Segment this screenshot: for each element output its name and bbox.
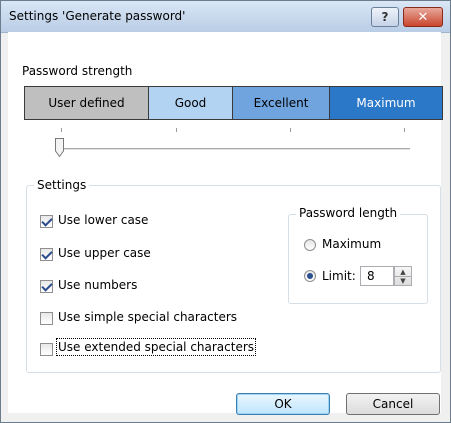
strength-slider-track[interactable]: [60, 148, 410, 150]
limit-spinner[interactable]: ▲ ▼: [394, 266, 412, 286]
use-lower-case-checkbox[interactable]: [40, 215, 53, 228]
use-extended-special-characters-label[interactable]: Use extended special characters: [55, 338, 257, 356]
window-title: Settings 'Generate password': [9, 9, 186, 23]
limit-radio[interactable]: [304, 270, 316, 282]
settings-group-label: Settings: [34, 178, 90, 192]
use-numbers-checkbox[interactable]: [40, 280, 53, 293]
strength-level-maximum: Maximum: [330, 87, 442, 119]
strength-level-bar: User defined Good Excellent Maximum: [24, 86, 443, 120]
limit-radio-label[interactable]: Limit:: [322, 269, 356, 283]
use-simple-special-characters-checkbox[interactable]: [40, 312, 53, 325]
use-lower-case-label[interactable]: Use lower case: [58, 213, 148, 227]
strength-level-excellent: Excellent: [233, 87, 330, 119]
use-simple-special-characters-label[interactable]: Use simple special characters: [58, 310, 237, 324]
title-bar[interactable]: Settings 'Generate password' ? ✕: [1, 1, 450, 33]
maximum-radio[interactable]: [304, 239, 316, 251]
use-upper-case-label[interactable]: Use upper case: [58, 246, 151, 260]
slider-tick: [61, 128, 62, 132]
strength-level-good: Good: [149, 87, 233, 119]
cancel-button[interactable]: Cancel: [346, 393, 440, 415]
use-numbers-label[interactable]: Use numbers: [58, 278, 137, 292]
maximum-radio-label[interactable]: Maximum: [322, 237, 381, 251]
limit-value-input[interactable]: 8: [360, 266, 394, 286]
use-extended-special-characters-checkbox[interactable]: [40, 343, 53, 356]
spin-down-arrow-icon[interactable]: ▼: [395, 276, 411, 285]
help-button[interactable]: ?: [371, 7, 399, 27]
slider-tick: [176, 128, 177, 132]
strength-slider-thumb[interactable]: [55, 138, 64, 157]
slider-tick: [290, 128, 291, 132]
password-length-label: Password length: [296, 206, 401, 220]
close-button[interactable]: ✕: [403, 7, 443, 27]
password-strength-label: Password strength: [22, 64, 133, 78]
password-length-group: [288, 214, 428, 304]
strength-level-user-defined: User defined: [25, 87, 149, 119]
slider-tick: [404, 128, 405, 132]
ok-button[interactable]: OK: [236, 393, 330, 415]
use-upper-case-checkbox[interactable]: [40, 248, 53, 261]
